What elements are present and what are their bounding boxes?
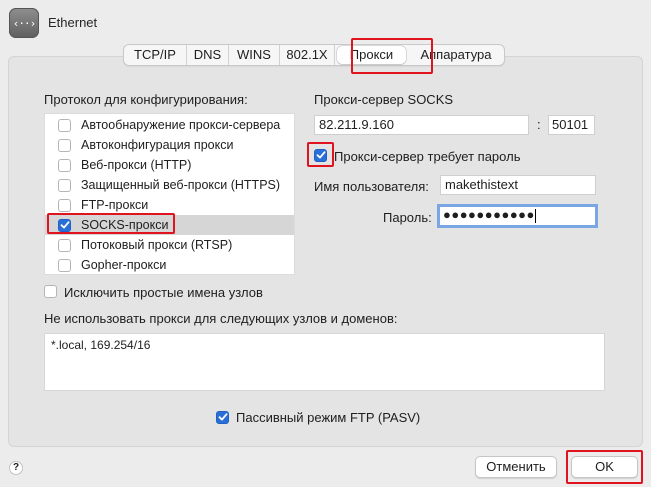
protocol-gopher[interactable]: Gopher-прокси bbox=[45, 255, 294, 275]
highlight-password-checkbox bbox=[307, 142, 334, 167]
passive-ftp-checkbox[interactable] bbox=[216, 410, 229, 425]
protocol-label: Автоконфигурация прокси bbox=[81, 138, 234, 152]
protocol-https[interactable]: Защищенный веб-прокси (HTTPS) bbox=[45, 175, 294, 195]
socks-header: Прокси-сервер SOCKS bbox=[314, 92, 454, 107]
bypass-textarea[interactable]: *.local, 169.254/16 bbox=[44, 333, 605, 391]
checkbox[interactable] bbox=[58, 138, 71, 152]
checkbox[interactable] bbox=[44, 285, 57, 298]
highlight-proxies-tab bbox=[351, 38, 433, 74]
username-input[interactable]: makethistext bbox=[440, 175, 596, 195]
protocol-http[interactable]: Веб-прокси (HTTP) bbox=[45, 155, 294, 175]
tab-bar: TCP/IP DNS WINS 802.1X Прокси Аппаратура bbox=[123, 44, 505, 66]
protocol-label: Веб-прокси (HTTP) bbox=[81, 158, 192, 172]
exclude-simple-label: Исключить простые имена узлов bbox=[64, 285, 263, 300]
protocol-auto-config[interactable]: Автоконфигурация прокси bbox=[45, 135, 294, 155]
protocols-header: Протокол для конфигурирования: bbox=[44, 92, 248, 107]
requires-password-label: Прокси-сервер требует пароль bbox=[334, 149, 521, 164]
password-label: Пароль: bbox=[383, 210, 432, 225]
window-title: Ethernet bbox=[48, 15, 98, 30]
protocol-label: Автообнаружение прокси-сервера bbox=[81, 118, 281, 132]
bypass-label: Не использовать прокси для следующих узл… bbox=[44, 311, 398, 326]
tab-dns[interactable]: DNS bbox=[187, 45, 229, 65]
checkbox[interactable] bbox=[58, 118, 71, 132]
username-label: Имя пользователя: bbox=[314, 179, 429, 194]
checkbox-checked[interactable] bbox=[216, 410, 229, 424]
password-value: ●●●●●●●●●●● bbox=[443, 207, 535, 222]
protocol-label: FTP-прокси bbox=[81, 198, 149, 212]
socks-server-input[interactable]: 82.211.9.160 bbox=[314, 115, 529, 135]
port-separator: : bbox=[537, 117, 541, 132]
tab-wins[interactable]: WINS bbox=[229, 45, 280, 65]
checkbox[interactable] bbox=[58, 198, 71, 212]
highlight-ok-button bbox=[566, 450, 643, 484]
network-icon: ‹··› bbox=[9, 8, 39, 38]
exclude-simple-checkbox[interactable] bbox=[44, 285, 57, 301]
checkbox[interactable] bbox=[58, 158, 71, 172]
protocol-auto-discovery[interactable]: Автообнаружение прокси-сервера bbox=[45, 115, 294, 135]
password-input[interactable]: ●●●●●●●●●●● bbox=[437, 204, 598, 228]
highlight-socks-row bbox=[47, 213, 175, 234]
protocol-list: Автообнаружение прокси-сервера Автоконфи… bbox=[44, 113, 295, 275]
passive-ftp-label: Пассивный режим FTP (PASV) bbox=[236, 410, 421, 425]
help-button[interactable]: ? bbox=[9, 461, 23, 475]
text-caret bbox=[534, 208, 536, 223]
checkbox[interactable] bbox=[58, 178, 71, 192]
checkbox[interactable] bbox=[58, 238, 71, 252]
checkmark-icon bbox=[218, 413, 227, 421]
protocol-label: Защищенный веб-прокси (HTTPS) bbox=[81, 178, 281, 192]
checkbox[interactable] bbox=[58, 258, 71, 272]
protocol-label: Потоковый прокси (RTSP) bbox=[81, 238, 233, 252]
protocol-ftp[interactable]: FTP-прокси bbox=[45, 195, 294, 215]
tab-tcpip[interactable]: TCP/IP bbox=[124, 45, 187, 65]
tab-8021x[interactable]: 802.1X bbox=[280, 45, 335, 65]
cancel-button[interactable]: Отменить bbox=[475, 456, 557, 478]
protocol-rtsp[interactable]: Потоковый прокси (RTSP) bbox=[45, 235, 294, 255]
socks-port-input[interactable]: 50101 bbox=[548, 115, 595, 135]
protocol-label: Gopher-прокси bbox=[81, 258, 167, 272]
